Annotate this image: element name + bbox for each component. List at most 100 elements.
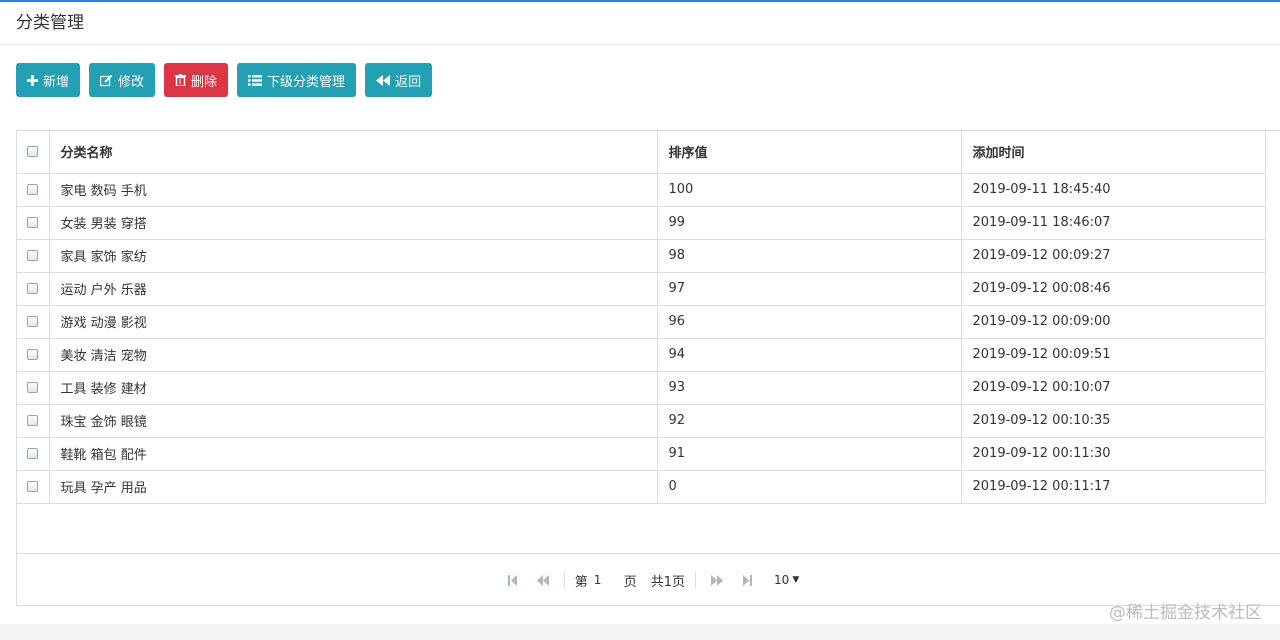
- header-sort[interactable]: 排序值: [656, 131, 962, 174]
- cell-sort: 92: [656, 403, 962, 438]
- cell-sort: 99: [656, 205, 962, 240]
- cell-time: 2019-09-12 00:10:35: [960, 403, 1266, 438]
- cell-sort: 98: [656, 238, 962, 273]
- cell-name: 游戏 动漫 影视: [48, 304, 658, 339]
- cell-time: 2019-09-12 00:09:51: [960, 337, 1266, 372]
- table-row[interactable]: 珠宝 金饰 眼镜 92 2019-09-12 00:10:35: [17, 403, 1266, 438]
- row-select-cell: [17, 403, 50, 438]
- row-checkbox[interactable]: [27, 217, 39, 228]
- toolbar: 新增 修改 删除 下级分类管理 返回: [16, 63, 433, 97]
- delete-button-label: 删除: [191, 74, 218, 90]
- cell-time: 2019-09-11 18:46:07: [960, 205, 1266, 240]
- page-prefix: 第: [574, 574, 588, 590]
- cell-sort: 94: [656, 337, 962, 372]
- edit-button[interactable]: 修改: [89, 63, 156, 97]
- back-button[interactable]: 返回: [365, 63, 433, 97]
- sub-category-button-label: 下级分类管理: [267, 74, 346, 90]
- add-button-label: 新增: [43, 74, 70, 90]
- table-row[interactable]: 鞋靴 箱包 配件 91 2019-09-12 00:11:30: [17, 436, 1266, 471]
- row-checkbox[interactable]: [27, 382, 39, 393]
- main-panel: 分类管理 新增 修改 删除 下级分类管理 返回 分类名称 排序值 添加时间 家电…: [0, 2, 1280, 624]
- table-row[interactable]: 家具 家饰 家纺 98 2019-09-12 00:09:27: [17, 238, 1266, 273]
- cell-sort: 100: [656, 172, 962, 207]
- header-time[interactable]: 添加时间: [960, 131, 1266, 174]
- cell-name: 运动 户外 乐器: [48, 271, 658, 306]
- cell-name: 家具 家饰 家纺: [48, 238, 658, 273]
- row-checkbox[interactable]: [27, 184, 39, 195]
- caret-down-icon: ▼: [792, 575, 800, 585]
- table-header-row: 分类名称 排序值 添加时间: [17, 131, 1266, 174]
- cell-sort: 93: [656, 370, 962, 405]
- first-page-icon[interactable]: [498, 570, 528, 590]
- row-select-cell: [17, 304, 50, 339]
- next-page-icon[interactable]: [702, 570, 732, 590]
- page-number-input[interactable]: [593, 570, 620, 590]
- cell-name: 家电 数码 手机: [48, 172, 658, 207]
- cell-time: 2019-09-12 00:09:27: [960, 238, 1266, 273]
- row-checkbox[interactable]: [27, 481, 39, 492]
- category-table-box: 分类名称 排序值 添加时间 家电 数码 手机 100 2019-09-11 18:4…: [16, 130, 1280, 606]
- edit-icon: [100, 74, 113, 86]
- table-row[interactable]: 家电 数码 手机 100 2019-09-11 18:45:40: [17, 172, 1266, 207]
- delete-button[interactable]: 删除: [164, 63, 229, 97]
- cell-time: 2019-09-11 18:45:40: [960, 172, 1266, 207]
- cell-name: 珠宝 金饰 眼镜: [48, 403, 658, 438]
- cell-sort: 0: [656, 469, 962, 504]
- cell-sort: 96: [656, 304, 962, 339]
- row-checkbox[interactable]: [27, 415, 39, 426]
- cell-time: 2019-09-12 00:11:17: [960, 469, 1266, 504]
- cell-name: 工具 装修 建材: [48, 370, 658, 405]
- row-select-cell: [17, 337, 50, 372]
- table-row[interactable]: 运动 户外 乐器 97 2019-09-12 00:08:46: [17, 271, 1266, 306]
- row-select-cell: [17, 205, 50, 240]
- pagination-bar: 第 页 共1页 10 ▼: [17, 553, 1280, 606]
- watermark: @稀土掘金技术社区: [1109, 603, 1262, 623]
- header-name[interactable]: 分类名称: [48, 131, 658, 174]
- row-select-cell: [17, 436, 50, 471]
- cell-name: 鞋靴 箱包 配件: [48, 436, 658, 471]
- prev-page-icon[interactable]: [528, 570, 558, 590]
- table-row[interactable]: 工具 装修 建材 93 2019-09-12 00:10:07: [17, 370, 1266, 405]
- back-button-label: 返回: [395, 74, 422, 90]
- cell-time: 2019-09-12 00:08:46: [960, 271, 1266, 306]
- row-select-cell: [17, 271, 50, 306]
- pager-separator: [563, 571, 565, 589]
- row-checkbox[interactable]: [27, 448, 39, 459]
- page-title: 分类管理: [16, 13, 84, 33]
- cell-name: 美妆 清洁 宠物: [48, 337, 658, 372]
- row-select-cell: [17, 370, 50, 405]
- total-pages: 共1页: [650, 574, 686, 590]
- row-select-cell: [17, 469, 50, 504]
- row-select-cell: [17, 238, 50, 273]
- cell-time: 2019-09-12 00:09:00: [960, 304, 1266, 339]
- pager-separator: [695, 571, 697, 589]
- plus-icon: [27, 74, 38, 86]
- backward-icon: [376, 74, 391, 86]
- panel-header: 分类管理: [0, 2, 1280, 45]
- page-suffix: 页: [623, 574, 637, 590]
- row-checkbox[interactable]: [27, 283, 39, 294]
- sub-category-button[interactable]: 下级分类管理: [237, 63, 357, 97]
- cell-name: 玩具 孕产 用品: [48, 469, 658, 504]
- cell-sort: 97: [656, 271, 962, 306]
- page-size-select[interactable]: 10 ▼: [774, 573, 799, 587]
- page-size-value: 10: [774, 573, 790, 587]
- list-icon: [248, 74, 263, 86]
- last-page-icon[interactable]: [732, 570, 762, 590]
- select-all-cell: [17, 131, 50, 174]
- cell-name: 女装 男装 穿搭: [48, 205, 658, 240]
- trash-icon: [175, 74, 187, 86]
- row-checkbox[interactable]: [27, 349, 39, 360]
- table-row[interactable]: 玩具 孕产 用品 0 2019-09-12 00:11:17: [17, 469, 1266, 504]
- table-row[interactable]: 游戏 动漫 影视 96 2019-09-12 00:09:00: [17, 304, 1266, 339]
- select-all-checkbox[interactable]: [27, 146, 39, 158]
- row-checkbox[interactable]: [27, 250, 39, 261]
- table-row[interactable]: 美妆 清洁 宠物 94 2019-09-12 00:09:51: [17, 337, 1266, 372]
- table-row[interactable]: 女装 男装 穿搭 99 2019-09-11 18:46:07: [17, 205, 1266, 240]
- row-checkbox[interactable]: [27, 316, 39, 327]
- cell-sort: 91: [656, 436, 962, 471]
- cell-time: 2019-09-12 00:11:30: [960, 436, 1266, 471]
- cell-time: 2019-09-12 00:10:07: [960, 370, 1266, 405]
- row-select-cell: [17, 172, 50, 207]
- add-button[interactable]: 新增: [16, 63, 81, 97]
